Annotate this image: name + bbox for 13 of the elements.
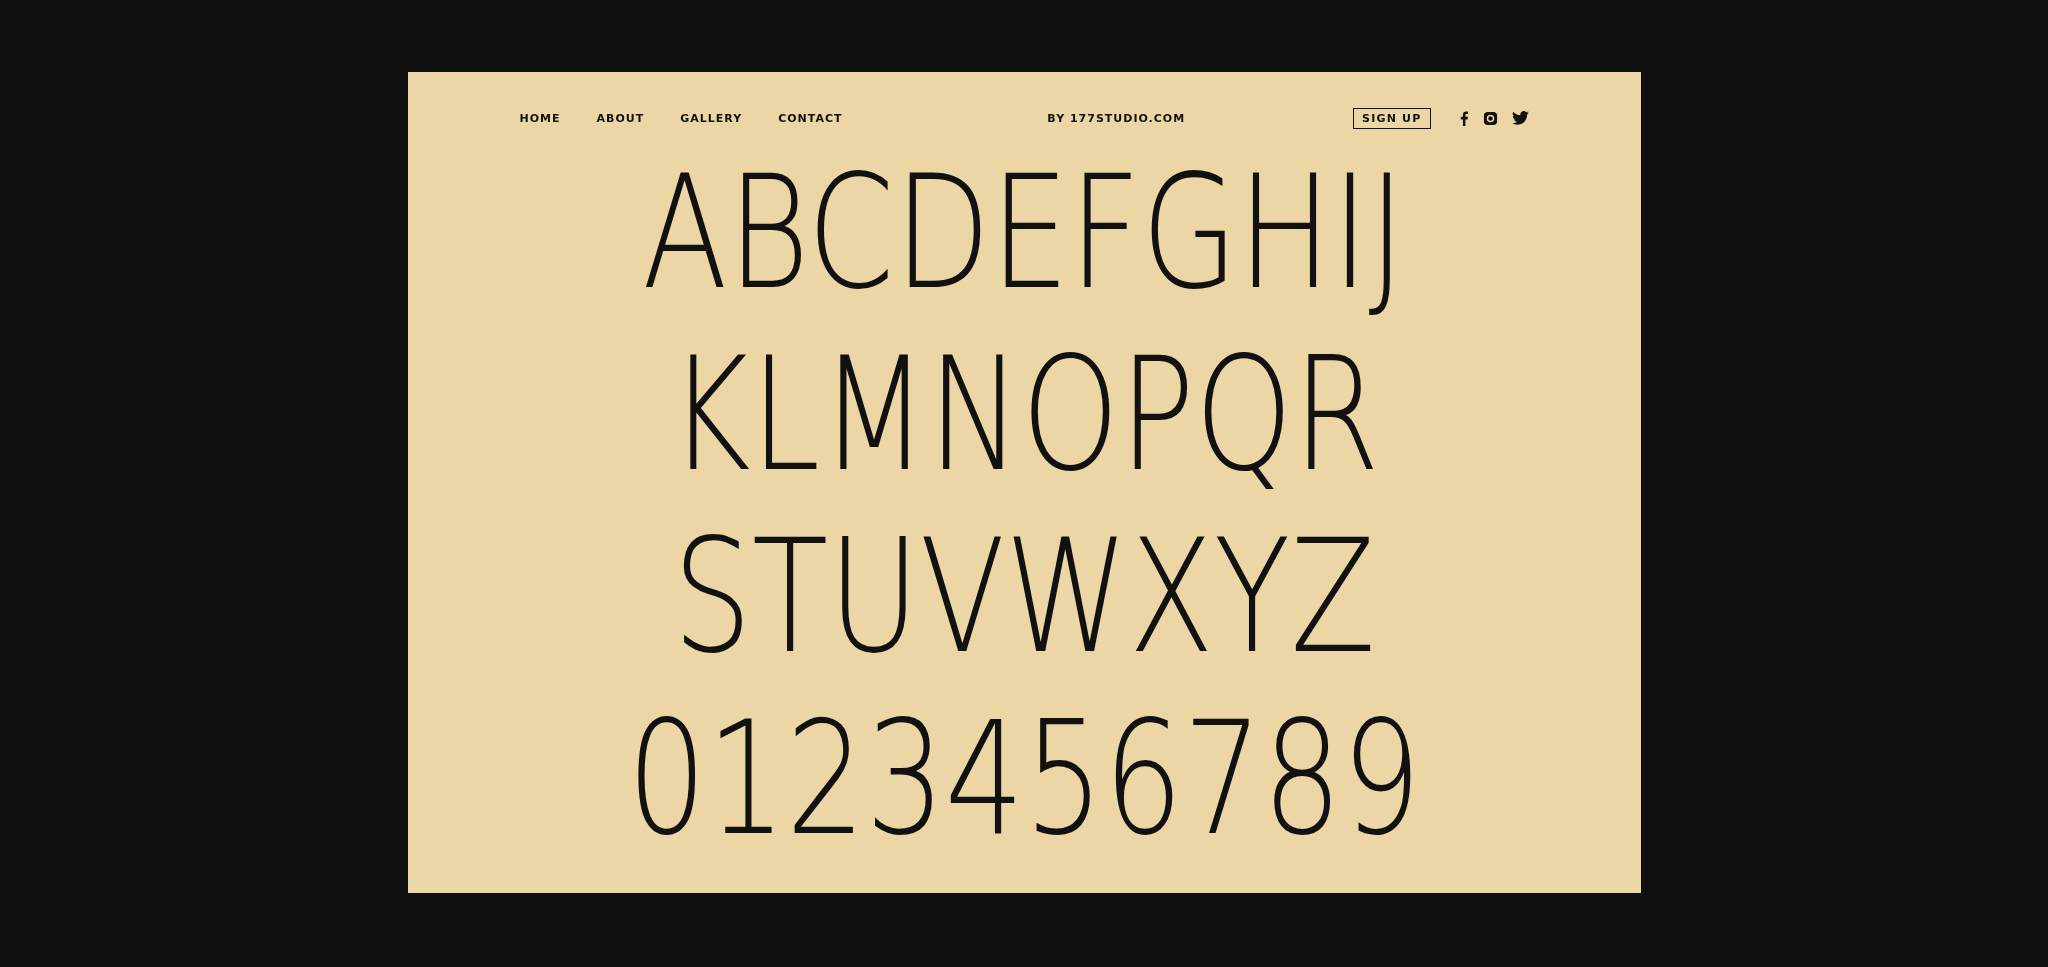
nav-link[interactable]: HOME [519,111,561,125]
specimen-glyphs: ABCDEFGHIJ [642,142,1406,324]
studio-credit: BY 177STUDIO.COM [1046,111,1187,125]
nav-link[interactable]: CONTACT [778,111,843,125]
facebook-icon[interactable] [1458,110,1469,126]
specimen-glyphs: STUVWXYZ [672,506,1376,688]
nav-link[interactable]: GALLERY [680,111,743,125]
instagram-icon[interactable] [1482,110,1498,126]
twitter-icon[interactable] [1511,111,1529,125]
sign-up-button[interactable]: SIGN UP [1353,107,1431,129]
nav-link[interactable]: ABOUT [596,111,645,125]
specimen-glyphs: KLMNOPQR [668,324,1380,506]
specimen-glyphs: 0123456789 [627,688,1421,870]
